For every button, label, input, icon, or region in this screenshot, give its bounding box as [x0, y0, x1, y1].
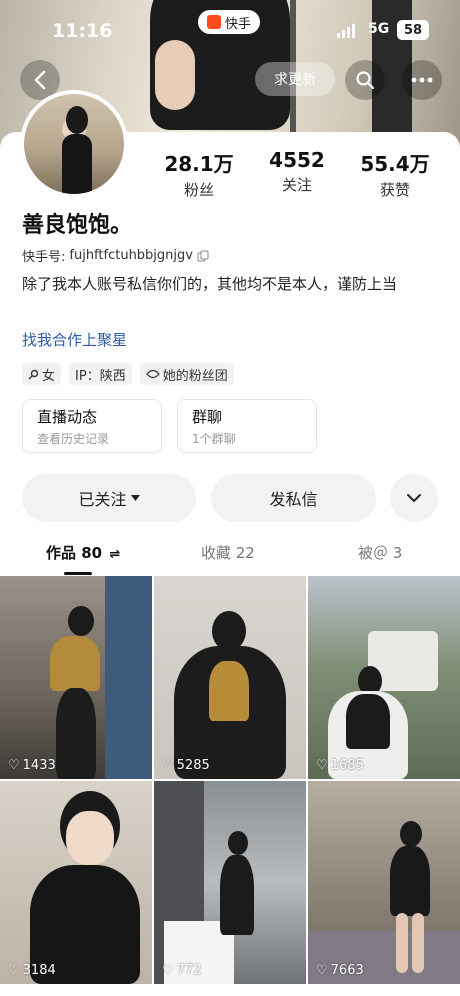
video-thumbnail[interactable]: ♡ 772 — [154, 781, 306, 984]
more-dots-icon — [411, 77, 433, 83]
fan-badge-icon — [145, 369, 160, 379]
active-tab-indicator — [64, 572, 92, 575]
following-button[interactable]: 已关注 — [22, 474, 196, 522]
gender-tag: 女 — [22, 363, 62, 385]
video-likes-count: 1433 — [22, 758, 56, 773]
video-likes-count: 7663 — [330, 963, 364, 978]
tab-works-label: 作品 80 — [46, 544, 103, 562]
gender-tag-label: 女 — [42, 368, 56, 384]
heart-icon: ♡ — [8, 963, 20, 978]
copy-icon[interactable] — [197, 250, 209, 262]
group-card-subtitle: 1个群聊 — [192, 432, 236, 446]
following-count: 4552 — [269, 148, 325, 172]
group-card-title: 群聊 — [192, 408, 223, 426]
user-id-value: fujhftfctuhbbjgnjgv — [69, 248, 193, 263]
tab-mentioned[interactable]: 被＠ 3 — [358, 542, 402, 563]
following-button-label: 已关注 — [78, 490, 127, 509]
user-id-label: 快手号: — [22, 250, 66, 265]
followers-label: 粉丝 — [183, 181, 214, 199]
video-likes: ♡ 1685 — [316, 758, 364, 773]
video-thumbnail[interactable]: ♡ 3184 — [0, 781, 152, 984]
video-thumbnail[interactable]: ♡ 7663 — [308, 781, 460, 984]
heart-icon: ♡ — [162, 758, 174, 773]
sort-icon[interactable]: ⇌ — [109, 547, 120, 562]
video-likes-count: 772 — [176, 963, 202, 978]
video-likes: ♡ 1433 — [8, 758, 56, 773]
kuaishou-logo-icon — [206, 15, 221, 29]
content-tabs: 作品 80 ⇌ 收藏 22 被＠ 3 — [0, 532, 460, 575]
fan-group-label: 她的粉丝团 — [162, 368, 228, 384]
followers-count: 28.1万 — [164, 152, 234, 176]
profile-name: 善良饱饱。 — [22, 213, 133, 238]
heart-icon: ♡ — [316, 963, 328, 978]
likes-count: 55.4万 — [360, 152, 430, 176]
video-likes-count: 3184 — [22, 963, 56, 978]
video-thumbnail[interactable]: ♡ 5285 — [154, 576, 306, 779]
fan-group-tag[interactable]: 她的粉丝团 — [139, 363, 234, 385]
following-stat[interactable]: 4552 关注 — [248, 148, 346, 200]
message-button-label: 发私信 — [269, 490, 318, 509]
app-name: 快手 — [224, 16, 251, 32]
tab-works[interactable]: 作品 80 ⇌ — [46, 542, 120, 563]
following-label: 关注 — [281, 176, 312, 194]
video-likes: ♡ 3184 — [8, 963, 56, 978]
status-bar: 11:16 快手 5G 58 — [0, 0, 460, 58]
female-icon — [28, 369, 39, 379]
profile-bio: 除了我本人账号私信你们的，其他均不是本人，谨防上当 — [22, 275, 398, 293]
likes-label: 获赞 — [379, 181, 410, 199]
video-likes: ♡ 7663 — [316, 963, 364, 978]
heart-icon: ♡ — [316, 758, 328, 773]
search-icon — [356, 71, 375, 90]
request-update-button[interactable]: 求更新 — [255, 62, 335, 96]
heart-icon: ♡ — [162, 963, 174, 978]
app-indicator: 快手 — [198, 10, 260, 34]
profile-tags: 女 IP：陕西 她的粉丝团 — [22, 363, 234, 385]
live-history-card[interactable]: 直播动态 查看历史记录 — [22, 399, 162, 453]
collab-link[interactable]: 找我合作上聚星 — [22, 329, 127, 350]
expand-button[interactable] — [390, 474, 438, 522]
ip-tag: IP：陕西 — [69, 363, 132, 385]
avatar[interactable] — [20, 90, 128, 198]
heart-icon: ♡ — [8, 758, 20, 773]
followers-stat[interactable]: 28.1万 粉丝 — [150, 148, 248, 200]
video-likes-count: 1685 — [330, 758, 364, 773]
status-time: 11:16 — [52, 20, 113, 42]
battery-indicator: 58 — [397, 20, 429, 40]
group-chat-card[interactable]: 群聊 1个群聊 — [177, 399, 317, 453]
tab-favorites[interactable]: 收藏 22 — [201, 542, 255, 563]
message-button[interactable]: 发私信 — [211, 474, 376, 522]
video-thumbnail[interactable]: ♡ 1433 — [0, 576, 152, 779]
ip-tag-label: IP：陕西 — [75, 368, 126, 384]
user-id-row: 快手号: fujhftfctuhbbjgnjgv — [22, 246, 209, 265]
network-type: 5G — [368, 21, 390, 37]
signal-icon — [337, 24, 355, 38]
video-likes: ♡ 5285 — [162, 758, 210, 773]
chevron-left-icon — [34, 70, 46, 90]
live-card-subtitle: 查看历史记录 — [37, 432, 110, 446]
more-button[interactable] — [402, 60, 442, 100]
chevron-down-icon — [407, 494, 421, 503]
video-thumbnail[interactable]: ♡ 1685 — [308, 576, 460, 779]
live-card-title: 直播动态 — [37, 408, 98, 426]
profile-stats: 28.1万 粉丝 4552 关注 55.4万 获赞 — [150, 148, 444, 200]
video-likes-count: 5285 — [176, 758, 210, 773]
likes-stat[interactable]: 55.4万 获赞 — [346, 148, 444, 200]
video-likes: ♡ 772 — [162, 963, 201, 978]
search-button[interactable] — [345, 60, 385, 100]
caret-down-icon — [130, 495, 140, 501]
